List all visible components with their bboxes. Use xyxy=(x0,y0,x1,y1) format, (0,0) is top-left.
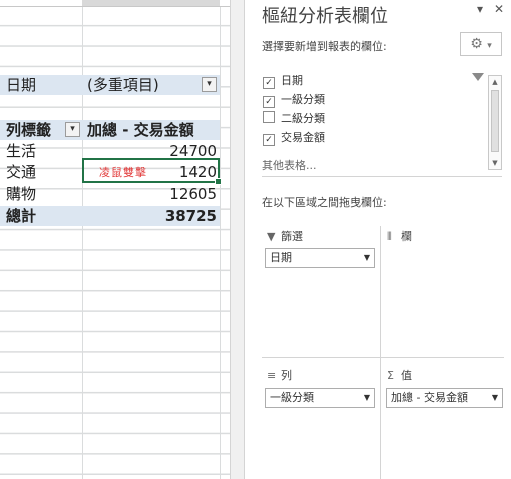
scroll-up-icon[interactable]: ▲ xyxy=(489,76,501,88)
area-label: 列 xyxy=(281,369,292,382)
field-item-level1[interactable]: ✓ 一級分類 xyxy=(263,91,325,109)
more-tables-link[interactable]: 其他表格... xyxy=(262,157,317,173)
row-value[interactable]: 12605 xyxy=(82,184,217,204)
chevron-down-icon[interactable]: ▼ xyxy=(492,389,498,407)
area-label: 欄 xyxy=(401,230,412,243)
scroll-thumb[interactable] xyxy=(491,90,499,152)
rows-area-title: ≡ 列 xyxy=(267,367,292,383)
field-list-scrollbar[interactable]: ▲ ▼ xyxy=(488,75,502,170)
column-header-strip xyxy=(0,0,230,7)
columns-area-title: ⦀ 欄 xyxy=(387,228,412,244)
field-item-level2[interactable]: 二級分類 xyxy=(263,110,325,128)
filter-value[interactable]: (多重項目) xyxy=(87,75,159,95)
fill-handle[interactable] xyxy=(215,178,222,185)
pane-title: 樞紐分析表欄位 xyxy=(262,6,388,27)
close-icon[interactable]: ✕ xyxy=(494,2,504,16)
area-label: 篩選 xyxy=(281,230,303,243)
watermark: 凌鼠雙擊 xyxy=(99,166,147,179)
values-area-title: Σ值 xyxy=(387,367,412,383)
total-value: 38725 xyxy=(164,207,217,225)
row-label[interactable]: 購物 xyxy=(6,184,36,204)
rows-icon: ≡ xyxy=(267,369,277,382)
chevron-down-icon[interactable]: ▼ xyxy=(364,389,370,407)
columns-icon: ⦀ xyxy=(387,230,392,243)
chevron-down-icon[interactable]: ▼ xyxy=(364,249,370,267)
spreadsheet-grid[interactable]: 日期 (多重項目) ▾ 列標籤 ▾ 加總 - 交易金額 生活 24700 交通 … xyxy=(0,0,230,479)
total-label: 總計 xyxy=(6,207,37,225)
filter-dropdown-button[interactable]: ▾ xyxy=(202,77,217,92)
value-header: 加總 - 交易金額 xyxy=(87,121,194,139)
row-label[interactable]: 交通 xyxy=(6,162,36,182)
field-item-amount[interactable]: ✓ 交易金額 xyxy=(263,129,325,147)
column-divider xyxy=(82,0,83,479)
filters-area-item[interactable]: 日期 ▼ xyxy=(265,248,375,268)
pane-menu-button[interactable]: ▾ xyxy=(477,2,483,16)
row-label[interactable]: 生活 xyxy=(6,141,36,161)
pane-splitter[interactable] xyxy=(230,0,245,479)
gear-icon[interactable]: ⚙ ▾ xyxy=(460,32,502,56)
area-label: 值 xyxy=(401,369,412,382)
checkbox[interactable]: ✓ xyxy=(263,134,275,146)
scroll-down-icon[interactable]: ▼ xyxy=(489,157,501,169)
filters-area-title: ▼ 篩選 xyxy=(267,228,303,244)
checkbox[interactable] xyxy=(263,111,275,123)
row-labels-header: 列標籤 xyxy=(6,121,52,139)
area-divider-vertical xyxy=(380,226,381,479)
rows-area-item[interactable]: 一級分類 ▼ xyxy=(265,388,375,408)
field-label: 二級分類 xyxy=(281,112,325,125)
area-item-label: 日期 xyxy=(270,251,292,264)
area-item-label: 加總 - 交易金額 xyxy=(391,391,468,404)
separator xyxy=(262,176,502,177)
funnel-icon: ▼ xyxy=(267,230,276,243)
field-label: 日期 xyxy=(281,74,303,87)
filter-label: 日期 xyxy=(6,76,37,94)
column-divider xyxy=(220,0,221,479)
checkbox[interactable]: ✓ xyxy=(263,77,275,89)
area-item-label: 一級分類 xyxy=(270,391,314,404)
pivot-field-list-pane: 樞紐分析表欄位 ▾ ✕ 選擇要新增到報表的欄位: ⚙ ▾ ✓ 日期 ✓ 一級分類 二… xyxy=(245,0,511,479)
values-area-item[interactable]: 加總 - 交易金額 ▼ xyxy=(386,388,503,408)
field-item-date[interactable]: ✓ 日期 xyxy=(263,72,303,90)
drag-hint: 在以下區域之間拖曳欄位: xyxy=(262,196,387,209)
selected-column-header xyxy=(82,0,220,6)
field-label: 交易金額 xyxy=(281,131,325,144)
row-labels-filter-button[interactable]: ▾ xyxy=(65,122,80,137)
filter-icon xyxy=(472,73,484,81)
area-divider-horizontal xyxy=(262,357,504,358)
field-label: 一級分類 xyxy=(281,93,325,106)
checkbox[interactable]: ✓ xyxy=(263,96,275,108)
sigma-icon: Σ xyxy=(387,369,394,382)
field-instruction: 選擇要新增到報表的欄位: xyxy=(262,40,387,53)
